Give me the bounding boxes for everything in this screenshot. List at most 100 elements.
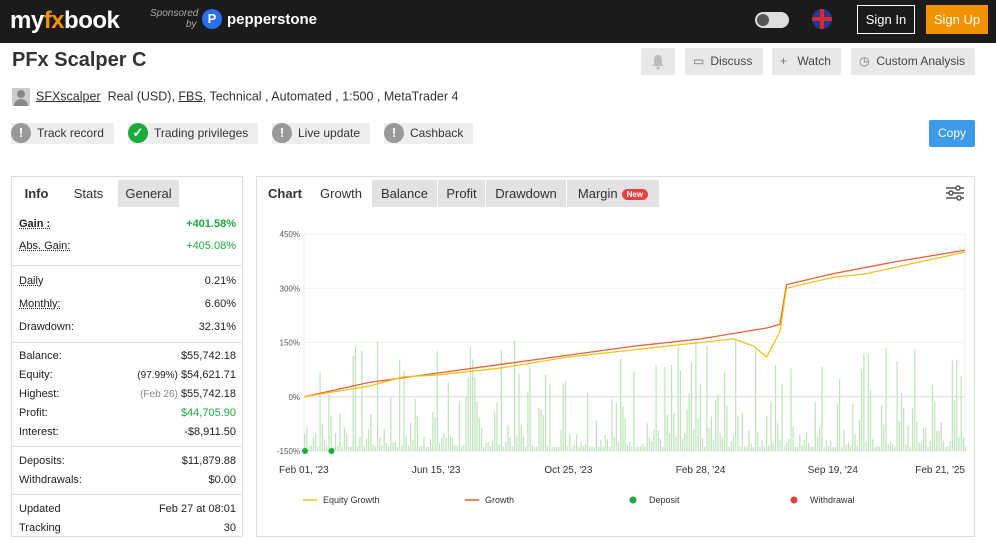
volume-bar — [640, 446, 642, 451]
tab-balance[interactable]: Balance — [372, 180, 437, 207]
volume-bar — [606, 439, 609, 451]
volume-bar — [889, 442, 892, 451]
volume-bar — [520, 424, 522, 451]
account-type: Real (USD), — [107, 89, 175, 104]
volume-bar — [414, 398, 416, 451]
chart-panel: Chart Growth Balance Profit Drawdown Mar… — [256, 176, 975, 537]
stat-value: Feb 27 at 08:01 — [158, 503, 236, 515]
volume-bar — [591, 446, 593, 451]
volume-bar — [704, 446, 706, 451]
volume-bar — [346, 434, 348, 451]
volume-bar — [916, 422, 918, 451]
stat-value: -$8,911.50 — [184, 426, 236, 438]
volume-bar — [907, 424, 909, 451]
volume-bar — [516, 436, 518, 451]
stat-label[interactable]: Monthly: — [19, 298, 61, 310]
volume-bar — [863, 353, 865, 451]
badge-track-record[interactable]: ! Track record — [11, 123, 114, 144]
volume-bar — [781, 384, 783, 451]
discuss-button[interactable]: ▭ Discuss — [685, 48, 763, 75]
badge-label: Cashback — [410, 126, 464, 140]
tab-margin[interactable]: Margin New — [567, 180, 659, 207]
volume-bar — [808, 443, 810, 451]
volume-bar — [611, 399, 613, 451]
volume-bar — [339, 413, 341, 451]
volume-bar — [306, 427, 308, 451]
volume-bar — [357, 446, 359, 451]
tab-drawdown[interactable]: Drawdown — [486, 180, 566, 207]
volume-bar — [454, 444, 456, 451]
volume-bar — [368, 428, 370, 451]
volume-bar — [701, 437, 704, 451]
pepperstone-name[interactable]: pepperstone — [227, 11, 317, 28]
volume-bar — [942, 440, 945, 451]
y-tick-label: 450% — [280, 230, 300, 239]
volume-bar — [710, 416, 712, 451]
divider — [12, 265, 243, 266]
volume-bar — [735, 340, 737, 451]
stat-label[interactable]: Daily — [19, 275, 43, 287]
theme-toggle[interactable] — [755, 12, 789, 28]
volume-bar — [549, 383, 551, 451]
pepperstone-icon[interactable]: P — [202, 9, 222, 29]
notify-button[interactable] — [641, 48, 675, 75]
volume-bar — [743, 446, 746, 451]
volume-bar — [609, 446, 611, 451]
x-tick-label: Jun 15, '23 — [412, 465, 461, 476]
volume-bar — [352, 355, 354, 451]
volume-bar — [724, 371, 726, 451]
watch-button[interactable]: + Watch — [772, 48, 841, 75]
volume-bar — [648, 437, 651, 451]
volume-bar — [697, 418, 699, 451]
volume-bar — [869, 390, 872, 451]
volume-bar — [768, 445, 770, 451]
volume-bar — [670, 365, 673, 451]
broker-link[interactable]: FBS — [178, 89, 202, 103]
volume-bar — [491, 440, 494, 451]
volume-bar — [553, 446, 556, 451]
tab-profit[interactable]: Profit — [438, 180, 485, 207]
sign-up-button[interactable]: Sign Up — [926, 5, 988, 34]
stat-label[interactable]: Gain : — [19, 218, 50, 230]
volume-bar — [896, 361, 898, 451]
tab-growth[interactable]: Growth — [311, 180, 371, 207]
volume-bar — [388, 446, 390, 451]
stat-label: Profit: — [19, 407, 48, 419]
volume-bar — [564, 381, 567, 451]
tab-stats[interactable]: Stats — [59, 180, 118, 207]
volume-bar — [642, 443, 644, 451]
sign-in-button[interactable]: Sign In — [857, 5, 915, 34]
badge-trading-privileges[interactable]: ✓ Trading privileges — [128, 123, 259, 144]
copy-button[interactable]: Copy — [929, 120, 975, 147]
tab-general[interactable]: General — [118, 180, 179, 207]
volume-bar — [801, 445, 803, 451]
volume-bar — [949, 441, 951, 451]
new-badge: New — [621, 189, 649, 201]
volume-bar — [558, 446, 560, 451]
volume-bar — [637, 446, 640, 451]
tab-chart[interactable]: Chart — [259, 180, 311, 207]
custom-analysis-button[interactable]: ◷ Custom Analysis — [851, 48, 975, 75]
badge-cashback[interactable]: ! Cashback — [384, 123, 474, 144]
stat-label[interactable]: Abs. Gain: — [19, 240, 70, 252]
uk-flag-icon[interactable] — [812, 9, 832, 29]
myfxbook-logo[interactable]: myfxbook — [10, 7, 120, 35]
volume-bar — [814, 402, 816, 451]
volume-bar — [790, 368, 792, 451]
volume-bar — [578, 446, 580, 451]
chart-settings-icon[interactable] — [945, 185, 965, 201]
volume-bar — [308, 446, 310, 451]
badge-live-update[interactable]: ! Live update — [272, 123, 371, 144]
volume-bar — [405, 435, 407, 451]
tab-info[interactable]: Info — [14, 180, 59, 207]
growth-chart[interactable]: 450% 300% 150% 0% -150% Feb 01, '23 Jun 15, '2… — [257, 215, 974, 535]
volume-bar — [445, 437, 447, 451]
volume-bar — [686, 408, 688, 451]
user-link[interactable]: SFXscalper — [36, 89, 101, 103]
stat-value: +405.08% — [186, 240, 236, 252]
volume-bar — [803, 439, 805, 451]
volume-bar — [334, 433, 337, 451]
volume-bar — [416, 416, 418, 451]
volume-bar — [343, 427, 345, 451]
volume-bar — [626, 444, 628, 451]
